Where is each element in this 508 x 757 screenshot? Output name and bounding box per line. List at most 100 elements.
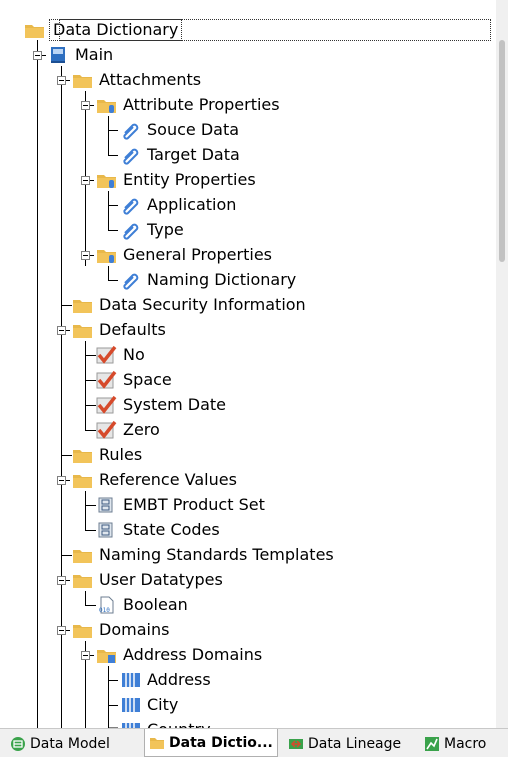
domain-icon [120, 670, 142, 690]
tree-item-label: Space [123, 370, 172, 389]
tab-macro[interactable]: Macro [420, 732, 504, 756]
tree-item-naming-dictionary[interactable]: Naming Dictionary [120, 268, 298, 292]
tree-item-souce-data[interactable]: Souce Data [120, 118, 241, 142]
tree-item-label: Zero [123, 420, 160, 439]
folder-icon [24, 20, 46, 40]
paperclip-icon [120, 120, 142, 140]
reference-value-icon [96, 520, 118, 540]
folder-icon [72, 320, 94, 340]
tree-item-target-data[interactable]: Target Data [120, 143, 242, 167]
scrollbar-thumb[interactable] [499, 40, 505, 262]
tree-item-application[interactable]: Application [120, 193, 238, 217]
tree-item-label: Naming Standards Templates [99, 545, 334, 564]
tree-item-embt-product-set[interactable]: EMBT Product Set [96, 493, 267, 517]
folder-attachment-icon [96, 95, 118, 115]
tab-data-model[interactable]: Data Model [6, 732, 140, 756]
expander-domains[interactable] [57, 626, 66, 635]
tree-item-label: State Codes [123, 520, 220, 539]
data-dictionary-tree[interactable]: Data Dictionary Main Attachments Attribu… [0, 0, 496, 728]
macro-icon [424, 736, 440, 752]
tree-item-address[interactable]: Address [120, 668, 213, 692]
tree-item-label: Entity Properties [123, 170, 256, 189]
checkmark-icon [96, 420, 118, 440]
tree-item-label: Country [145, 720, 213, 728]
folder-icon [72, 545, 94, 565]
data-model-icon [10, 736, 26, 752]
paperclip-icon [120, 220, 142, 240]
tab-label: Data Dictio... [169, 734, 273, 751]
tree-item-label: EMBT Product Set [123, 495, 265, 514]
tree-item-main[interactable]: Main [48, 43, 115, 67]
datatype-file-icon: 010 [96, 595, 118, 615]
svg-text:010: 010 [99, 607, 110, 614]
tree-item-label: General Properties [123, 245, 272, 264]
tree-item-attribute-properties[interactable]: Attribute Properties [96, 93, 282, 117]
expander-general-properties[interactable] [81, 251, 90, 260]
tree-item-defaults[interactable]: Defaults [72, 318, 168, 342]
tree-item-city[interactable]: City [120, 693, 180, 717]
tree-item-space[interactable]: Space [96, 368, 174, 392]
tree-item-zero[interactable]: Zero [96, 418, 162, 442]
folder-domain-icon [96, 645, 118, 665]
tree-item-label: Reference Values [99, 470, 237, 489]
expander-defaults[interactable] [57, 326, 66, 335]
tab-data-dictionary[interactable]: Data Dictio... [144, 729, 278, 757]
tree-item-label: Rules [99, 445, 143, 464]
expander-attribute-properties[interactable] [81, 101, 90, 110]
tree-item-label: No [123, 345, 145, 364]
tree-item-label: User Datatypes [99, 570, 223, 589]
tree-item-label: Boolean [123, 595, 188, 614]
checkmark-icon [96, 345, 118, 365]
tree-item-domains[interactable]: Domains [72, 618, 171, 642]
folder-icon [72, 620, 94, 640]
tree-item-label: Domains [99, 620, 170, 639]
folder-icon [72, 570, 94, 590]
tree-item-state-codes[interactable]: State Codes [96, 518, 222, 542]
folder-icon [72, 470, 94, 490]
tree-item-reference-values[interactable]: Reference Values [72, 468, 239, 492]
tree-item-label: City [147, 695, 179, 714]
tree-item-label: Application [147, 195, 237, 214]
tree-item-data-security-information[interactable]: Data Security Information [72, 293, 308, 317]
tree-item-label: Data Security Information [99, 295, 306, 314]
tree-item-label: System Date [123, 395, 226, 414]
tree-item-type[interactable]: Type [120, 218, 186, 242]
folder-icon [72, 70, 94, 90]
tree-item-label: Address Domains [123, 645, 263, 664]
checkmark-icon [96, 370, 118, 390]
checkmark-icon [96, 395, 118, 415]
expander-attachments[interactable] [57, 76, 66, 85]
expander-address-domains[interactable] [81, 651, 90, 660]
tree-item-general-properties[interactable]: General Properties [96, 243, 274, 267]
tree-item-entity-properties[interactable]: Entity Properties [96, 168, 258, 192]
folder-attachment-icon [96, 245, 118, 265]
tree-item-system-date[interactable]: System Date [96, 393, 228, 417]
expander-reference-values[interactable] [57, 476, 66, 485]
folder-icon [72, 295, 94, 315]
tree-item-label: Attachments [99, 70, 202, 89]
tree-item-label: Main [75, 45, 114, 64]
tab-data-lineage[interactable]: Data Lineage [284, 732, 416, 756]
tree-item-label: Souce Data [147, 120, 240, 139]
data-dictionary-icon [149, 735, 165, 751]
tree-item-label: Target Data [147, 145, 240, 164]
paperclip-icon [120, 195, 142, 215]
selection-focus-rect [59, 19, 491, 41]
tree-item-label: Address [147, 670, 211, 689]
tree-item-rules[interactable]: Rules [72, 443, 144, 467]
tree-item-address-domains[interactable]: Address Domains [96, 643, 264, 667]
expander-entity-properties[interactable] [81, 176, 90, 185]
paperclip-icon [120, 270, 142, 290]
tree-item-naming-standards-templates[interactable]: Naming Standards Templates [72, 543, 336, 567]
tree-item-no[interactable]: No [96, 343, 147, 367]
tree-item-user-datatypes[interactable]: User Datatypes [72, 568, 225, 592]
domain-icon [120, 695, 142, 715]
tree-item-attachments[interactable]: Attachments [72, 68, 203, 92]
expander-user-datatypes[interactable] [57, 576, 66, 585]
expander-main[interactable] [33, 51, 42, 60]
tree-item-country[interactable]: Country [120, 718, 213, 728]
tree-item-label: Type [147, 220, 184, 239]
vertical-scrollbar[interactable] [496, 0, 508, 728]
tree-item-boolean[interactable]: 010 Boolean [96, 593, 190, 617]
bottom-tab-bar: Data Model Data Dictio... Data Lineage M… [0, 728, 508, 757]
